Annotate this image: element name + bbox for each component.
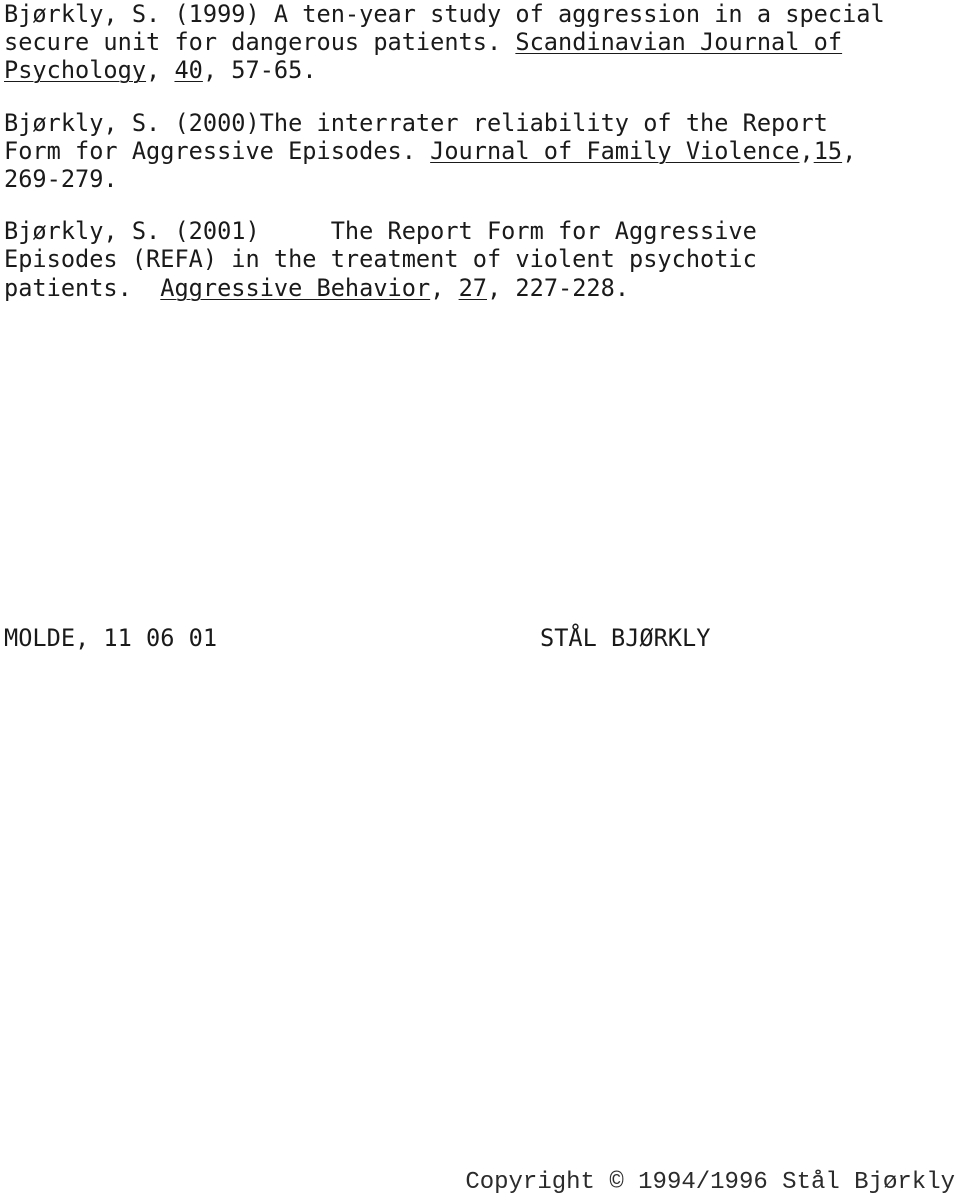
reference-list: Bjørkly, S. (1999) A ten-year study of a… bbox=[4, 0, 956, 302]
reference-line: Bjørkly, S. (1999) A ten-year study of a… bbox=[4, 0, 956, 28]
reference-text: , bbox=[430, 273, 459, 302]
reference-text: Bjørkly, S. (2001) The Report Form for A… bbox=[4, 217, 757, 246]
reference-line: patients. Aggressive Behavior, 27, 227-2… bbox=[4, 274, 956, 302]
reference-line: Psychology, 40, 57-65. bbox=[4, 56, 956, 84]
author-signature: STÅL BJØRKLY bbox=[540, 624, 711, 652]
journal-title-underlined: Scandinavian Journal of bbox=[515, 28, 843, 57]
reference-line: Bjørkly, S. (2001) The Report Form for A… bbox=[4, 217, 956, 245]
journal-title-underlined: Aggressive Behavior bbox=[160, 273, 431, 302]
page-footer: Copyright © 1994/1996 Stål Bjørkly bbox=[0, 1168, 960, 1200]
reference-text: secure unit for dangerous patients. bbox=[4, 28, 516, 57]
reference-text: Episodes (REFA) in the treatment of viol… bbox=[4, 245, 757, 274]
journal-title-underlined: Psychology bbox=[4, 56, 147, 85]
reference-entry: Bjørkly, S. (2001) The Report Form for A… bbox=[4, 217, 956, 302]
reference-line: secure unit for dangerous patients. Scan… bbox=[4, 28, 956, 56]
reference-line: 269-279. bbox=[4, 165, 956, 193]
reference-text: , bbox=[146, 56, 175, 85]
signature-row: MOLDE, 11 06 01 STÅL BJØRKLY bbox=[4, 624, 956, 654]
reference-entry: Bjørkly, S. (1999) A ten-year study of a… bbox=[4, 0, 956, 85]
reference-text: 269-279. bbox=[4, 165, 118, 194]
reference-line: Bjørkly, S. (2000)The interrater reliabi… bbox=[4, 109, 956, 137]
place-and-date: MOLDE, 11 06 01 bbox=[4, 624, 218, 652]
reference-text: Form for Aggressive Episodes. bbox=[4, 136, 431, 165]
reference-text: , 227-228. bbox=[487, 273, 630, 302]
reference-text: Bjørkly, S. (1999) A ten-year study of a… bbox=[4, 0, 885, 28]
reference-line: Episodes (REFA) in the treatment of viol… bbox=[4, 245, 956, 273]
reference-spacer bbox=[4, 193, 956, 217]
reference-text: patients. bbox=[4, 273, 161, 302]
journal-title-underlined: 27 bbox=[458, 273, 487, 302]
journal-title-underlined: Journal of Family Violence bbox=[430, 136, 800, 165]
reference-text: Bjørkly, S. (2000)The interrater reliabi… bbox=[4, 108, 828, 137]
journal-title-underlined: 40 bbox=[174, 56, 203, 85]
document-page: Bjørkly, S. (1999) A ten-year study of a… bbox=[0, 0, 960, 1200]
reference-text: , bbox=[842, 136, 857, 165]
reference-text: , bbox=[799, 136, 814, 165]
reference-entry: Bjørkly, S. (2000)The interrater reliabi… bbox=[4, 109, 956, 194]
reference-line: Form for Aggressive Episodes. Journal of… bbox=[4, 137, 956, 165]
reference-spacer bbox=[4, 85, 956, 109]
copyright-notice: Copyright © 1994/1996 Stål Bjørkly bbox=[465, 1169, 955, 1196]
reference-text: , 57-65. bbox=[202, 56, 317, 85]
journal-title-underlined: 15 bbox=[813, 136, 843, 165]
